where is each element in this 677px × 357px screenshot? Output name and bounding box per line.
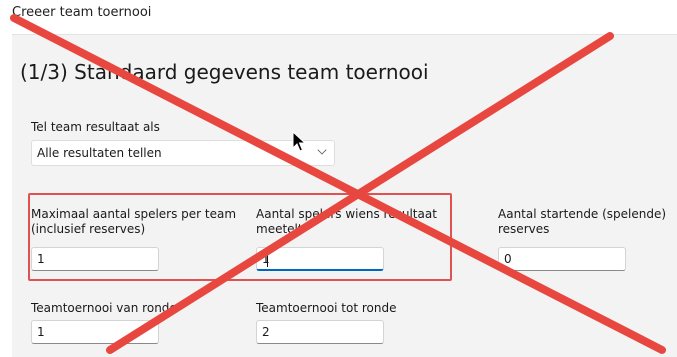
cross-line-b <box>106 32 614 354</box>
cross-out-icon <box>10 14 666 354</box>
